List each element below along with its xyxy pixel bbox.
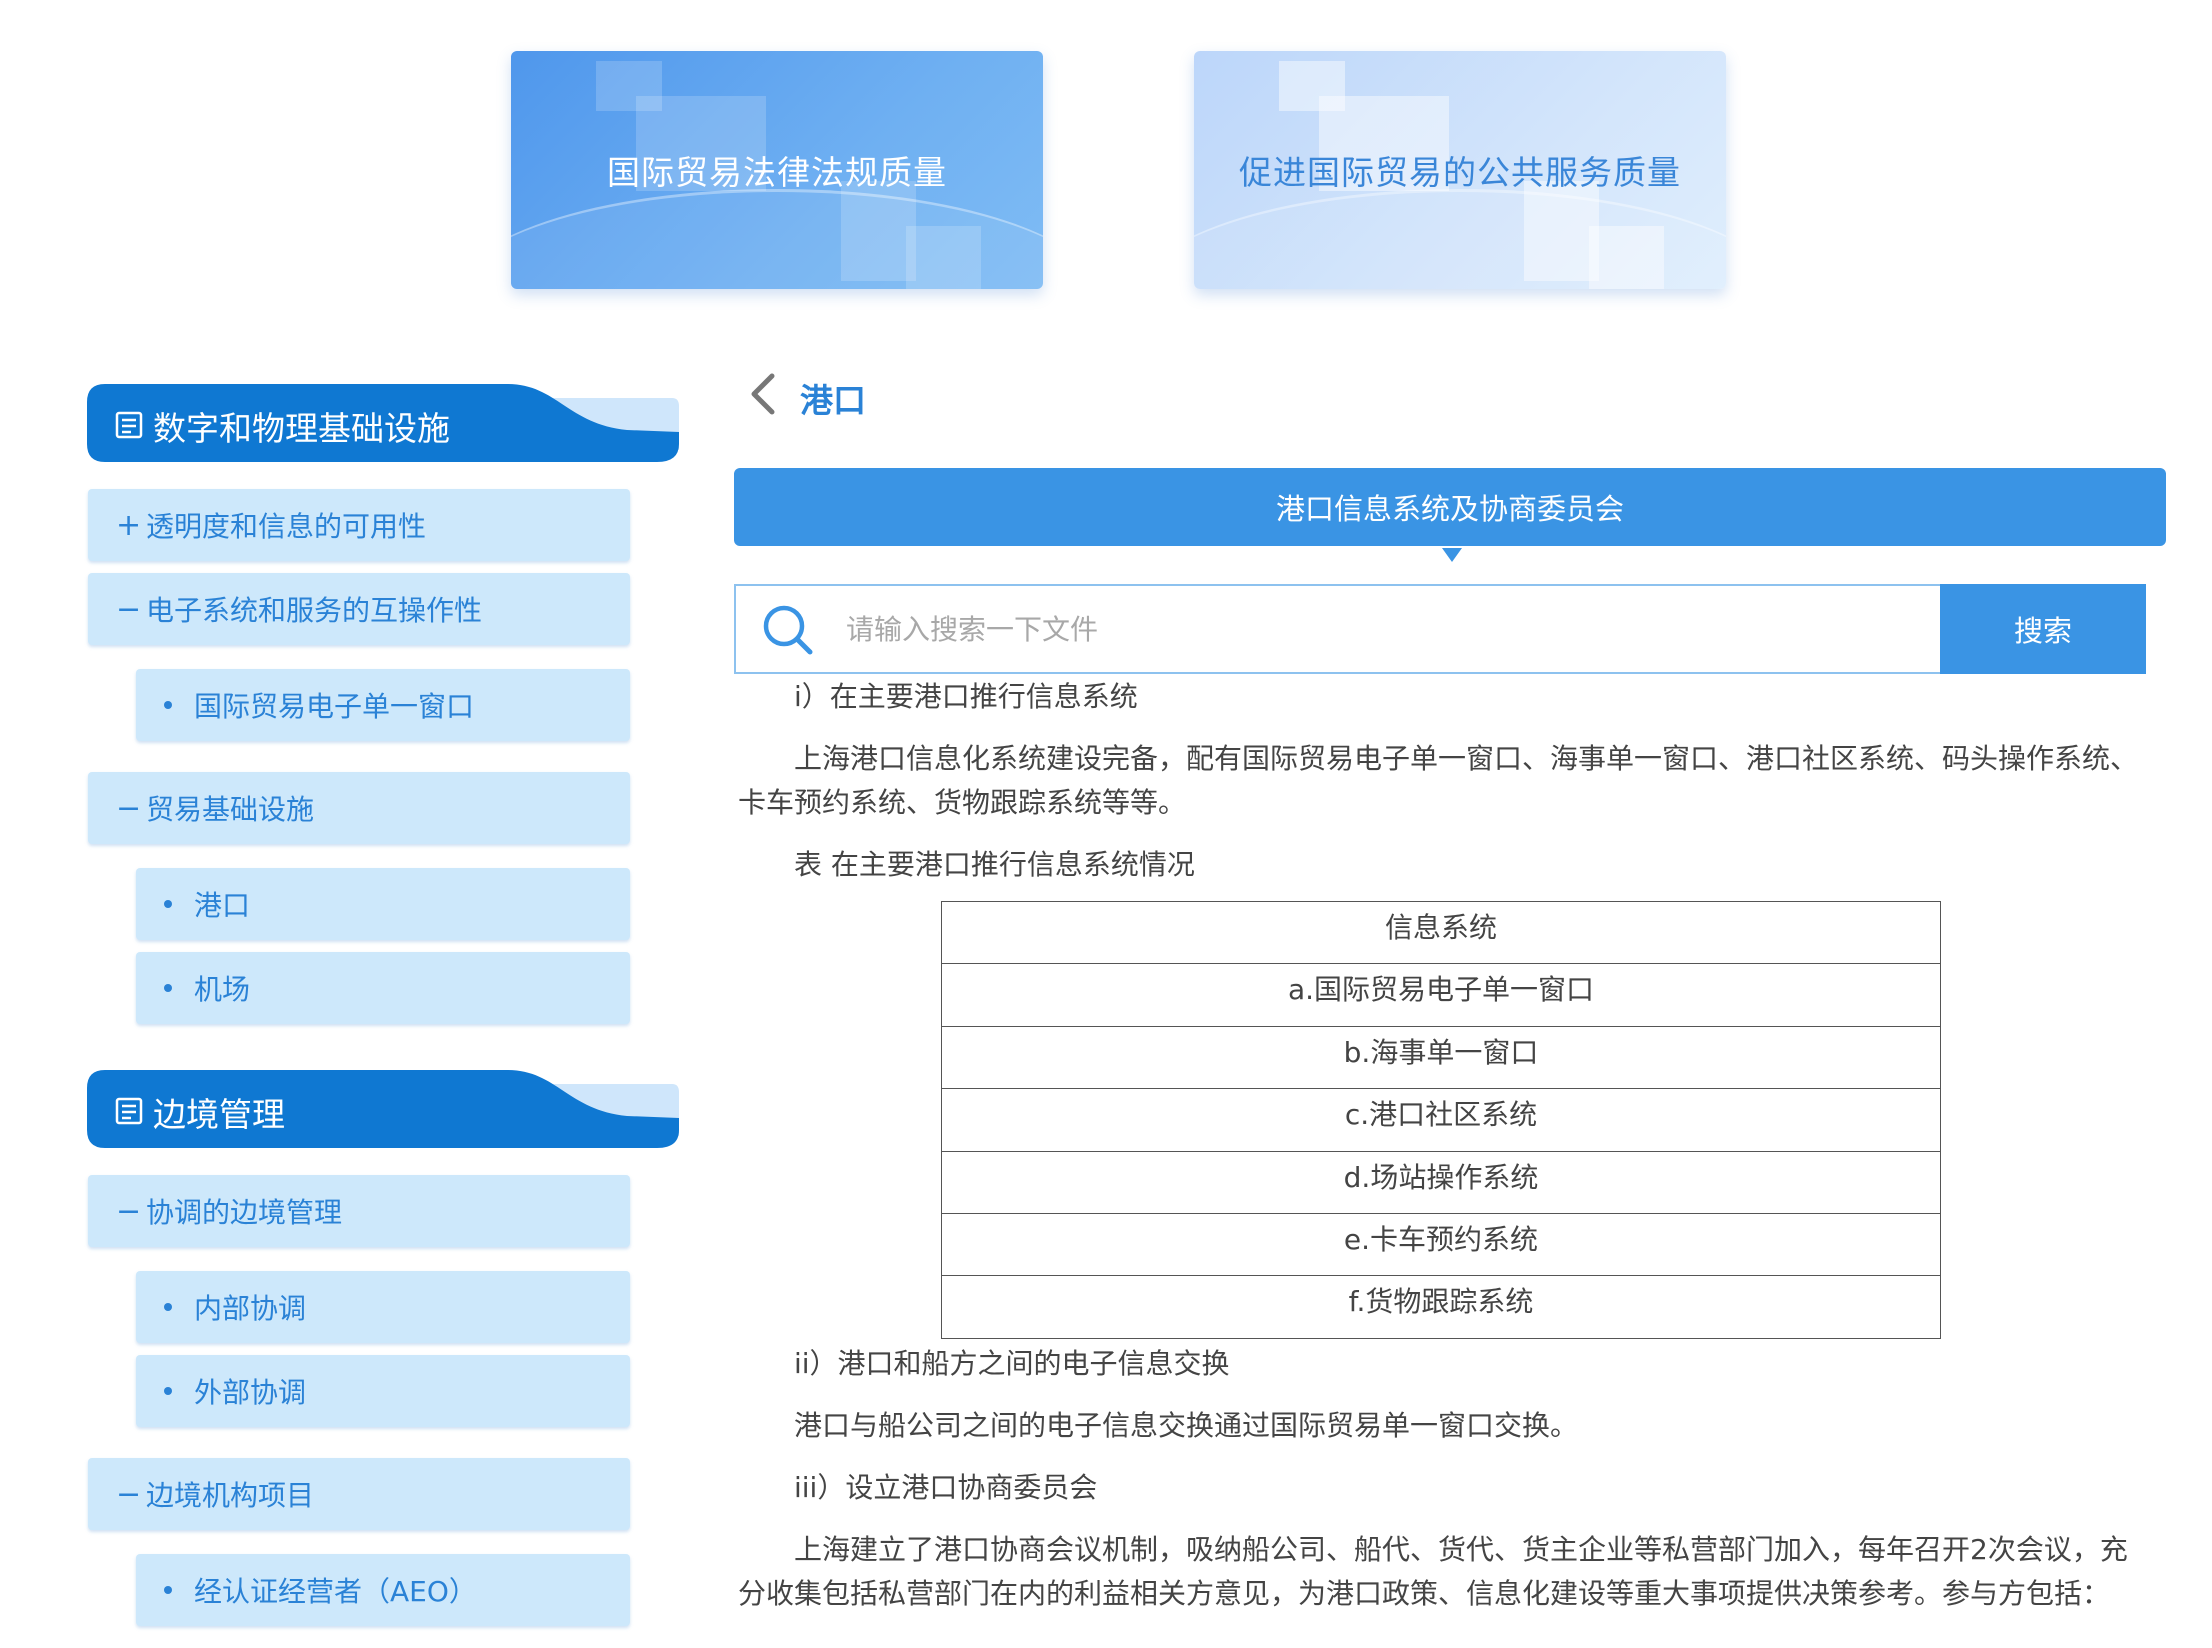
- document-icon: [115, 1097, 143, 1125]
- section-heading-1: i）在主要港口推行信息系统: [794, 680, 1138, 713]
- sidebar-item-label: 贸易基础设施: [146, 793, 315, 826]
- section-heading-3: iii）设立港口协商委员会: [794, 1471, 1098, 1504]
- document-icon: [115, 411, 143, 439]
- section-heading-2: ii）港口和船方之间的电子信息交换: [794, 1347, 1230, 1380]
- back-chevron-icon[interactable]: [748, 372, 778, 416]
- table-header-cell: 信息系统: [941, 900, 1941, 965]
- bullet-icon: [164, 1586, 172, 1594]
- collapse-icon: −: [116, 1193, 142, 1229]
- table-cell: d.场站操作系统: [941, 1150, 1941, 1214]
- sidebar-item-trade-infrastructure[interactable]: − 贸易基础设施: [88, 772, 630, 844]
- paragraph-1: 上海港口信息化系统建设完备，配有国际贸易电子单一窗口、海事单一窗口、港口社区系统…: [738, 742, 2139, 819]
- table-cell: b.海事单一窗口: [941, 1025, 1941, 1090]
- section-header-infrastructure[interactable]: 数字和物理基础设施: [87, 384, 679, 462]
- bullet-icon: [164, 1387, 172, 1395]
- bullet-icon: [164, 701, 172, 709]
- table-header-row: 信息系统: [941, 900, 1941, 965]
- table-row: c.港口社区系统: [941, 1088, 1941, 1152]
- search-box: [734, 584, 1940, 674]
- bullet-icon: [164, 1303, 172, 1311]
- table-row: d.场站操作系统: [941, 1150, 1941, 1214]
- sidebar-item-airport[interactable]: 机场: [136, 952, 630, 1024]
- sidebar-item-label: 港口: [194, 889, 251, 922]
- sidebar-item-coordinated-border[interactable]: − 协调的边境管理: [88, 1175, 630, 1247]
- sidebar-item-label: 电子系统和服务的互操作性: [146, 594, 483, 627]
- card-trade-law-quality[interactable]: 国际贸易法律法规质量: [511, 51, 1043, 289]
- paragraph-2: 港口与船公司之间的电子信息交换通过国际贸易单一窗口交换。: [794, 1409, 1579, 1442]
- search-input[interactable]: [846, 596, 1906, 662]
- sidebar-item-transparency[interactable]: + 透明度和信息的可用性: [88, 489, 630, 561]
- expand-icon: +: [116, 507, 142, 543]
- card-title: 促进国际贸易的公共服务质量: [1239, 153, 1681, 192]
- sidebar-item-label: 内部协调: [194, 1292, 307, 1325]
- sidebar-item-aeo[interactable]: 经认证经营者（AEO）: [136, 1554, 630, 1626]
- sidebar-item-interoperability[interactable]: − 电子系统和服务的互操作性: [88, 573, 630, 645]
- sidebar-item-label: 透明度和信息的可用性: [146, 510, 427, 543]
- table-row: f.货物跟踪系统: [941, 1275, 1941, 1339]
- sidebar-item-label: 协调的边境管理: [146, 1196, 343, 1229]
- sidebar-item-single-window[interactable]: 国际贸易电子单一窗口: [136, 669, 630, 741]
- table-caption: 表 在主要港口推行信息系统情况: [794, 848, 1195, 881]
- tab-label: 港口信息系统及协商委员会: [1275, 492, 1624, 526]
- sidebar-item-port[interactable]: 港口: [136, 868, 630, 940]
- table-row: b.海事单一窗口: [941, 1025, 1941, 1090]
- table-cell: f.货物跟踪系统: [941, 1275, 1941, 1339]
- search-button[interactable]: 搜索: [1940, 584, 2146, 674]
- page-title: 港口: [800, 381, 866, 420]
- table-row: a.国际贸易电子单一窗口: [941, 963, 1941, 1027]
- tab-port-info-system[interactable]: 港口信息系统及协商委员会: [734, 468, 2166, 546]
- sidebar-item-label: 边境机构项目: [146, 1479, 315, 1512]
- collapse-icon: −: [116, 1476, 142, 1512]
- table-cell: c.港口社区系统: [941, 1088, 1941, 1152]
- sidebar-item-label: 机场: [194, 973, 251, 1006]
- paragraph-3: 上海建立了港口协商会议机制，吸纳船公司、船代、货代、货主企业等私营部门加入，每年…: [738, 1533, 2128, 1610]
- section-header-border-management[interactable]: 边境管理: [87, 1070, 679, 1148]
- section-title: 边境管理: [153, 1095, 285, 1134]
- sidebar-item-label: 经认证经营者（AEO）: [194, 1575, 477, 1608]
- collapse-icon: −: [116, 591, 142, 627]
- table-cell: a.国际贸易电子单一窗口: [941, 963, 1941, 1027]
- bullet-icon: [164, 984, 172, 992]
- sidebar-item-label: 国际贸易电子单一窗口: [194, 690, 475, 723]
- search-icon: [763, 605, 813, 655]
- info-system-table: 信息系统 a.国际贸易电子单一窗口 b.海事单一窗口 c.港口社区系统 d.场站…: [941, 900, 1941, 1339]
- table-row: e.卡车预约系统: [941, 1212, 1941, 1277]
- tab-indicator: [1442, 548, 1462, 562]
- card-public-service-quality[interactable]: 促进国际贸易的公共服务质量: [1194, 51, 1726, 289]
- sidebar-item-external-coordination[interactable]: 外部协调: [136, 1355, 630, 1427]
- section-title: 数字和物理基础设施: [153, 409, 450, 448]
- sidebar-item-label: 外部协调: [194, 1376, 307, 1409]
- sidebar-item-internal-coordination[interactable]: 内部协调: [136, 1271, 630, 1343]
- collapse-icon: −: [116, 790, 142, 826]
- table-cell: e.卡车预约系统: [941, 1212, 1941, 1277]
- card-title: 国际贸易法律法规质量: [607, 153, 947, 192]
- sidebar-item-border-agency-projects[interactable]: − 边境机构项目: [88, 1458, 630, 1530]
- bullet-icon: [164, 900, 172, 908]
